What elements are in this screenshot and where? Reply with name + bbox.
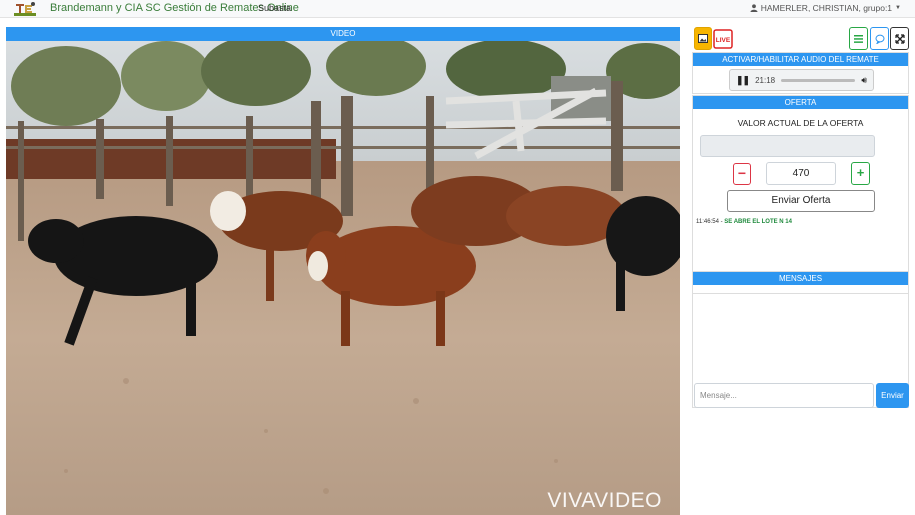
decrease-button[interactable]: − bbox=[733, 163, 751, 185]
audio-player[interactable]: ❚❚ 21:18 🔊︎ bbox=[729, 69, 874, 91]
nav-link-subasta[interactable]: Subasta bbox=[258, 3, 291, 13]
audio-section: ACTIVAR/HABILITAR AUDIO DEL REMATE ❚❚ 21… bbox=[692, 52, 909, 94]
video-header: VIDEO bbox=[6, 27, 680, 41]
increase-button[interactable]: + bbox=[851, 162, 870, 185]
live-button[interactable]: LIVE bbox=[713, 27, 733, 50]
current-offer-display bbox=[700, 135, 875, 157]
offer-amount-input[interactable]: 470 bbox=[766, 162, 836, 185]
user-menu[interactable]: HAMERLER, CHRISTIAN, grupo:1 ▼ bbox=[750, 3, 901, 13]
live-icon: LIVE bbox=[713, 28, 733, 49]
log-message: SE ABRE EL LOTE N 14 bbox=[724, 219, 792, 225]
audio-header: ACTIVAR/HABILITAR AUDIO DEL REMATE bbox=[693, 53, 908, 66]
logo-icon[interactable] bbox=[14, 1, 36, 17]
valor-actual-label: VALOR ACTUAL DE LA OFERTA bbox=[737, 118, 864, 128]
video-frame-image bbox=[6, 41, 680, 515]
volume-icon[interactable]: 🔊︎ bbox=[861, 75, 867, 86]
chat-bubble-icon bbox=[875, 34, 884, 44]
side-toolbar: LIVE bbox=[692, 27, 909, 50]
svg-text:LIVE: LIVE bbox=[716, 37, 731, 44]
audio-progress-track[interactable] bbox=[781, 78, 856, 82]
image-view-button[interactable] bbox=[694, 27, 712, 50]
user-name: HAMERLER, CHRISTIAN, grupo:1 bbox=[760, 3, 893, 13]
expand-arrows-icon bbox=[894, 33, 905, 44]
oferta-section: OFERTA VALOR ACTUAL DE LA OFERTA − 470 +… bbox=[692, 95, 909, 294]
chat-toggle-button[interactable] bbox=[870, 27, 889, 50]
list-view-button[interactable] bbox=[849, 27, 868, 50]
message-input[interactable]: Mensaje... bbox=[694, 383, 874, 408]
oferta-header: OFERTA bbox=[693, 96, 908, 109]
audio-time: 21:18 bbox=[755, 75, 776, 85]
image-icon bbox=[698, 34, 708, 43]
mensajes-header: MENSAJES bbox=[693, 272, 908, 285]
message-compose-row: Mensaje... Enviar bbox=[692, 383, 909, 408]
pause-icon[interactable]: ❚❚ bbox=[736, 75, 750, 86]
video-watermark: VIVAVIDEO bbox=[547, 489, 662, 512]
user-icon bbox=[750, 4, 758, 12]
submit-offer-button[interactable]: Enviar Oferta bbox=[727, 190, 875, 212]
list-icon bbox=[854, 34, 863, 43]
video-player[interactable]: VIVAVIDEO bbox=[6, 41, 680, 515]
event-log-entry: 11:46:54 - SE ABRE EL LOTE N 14 bbox=[696, 219, 792, 225]
top-navbar: Brandemann y CIA SC Gestión de Remates O… bbox=[0, 0, 915, 18]
video-panel: VIDEO VIVAVIDEO bbox=[6, 27, 680, 515]
fullscreen-button[interactable] bbox=[890, 27, 909, 50]
chevron-down-icon: ▼ bbox=[895, 5, 901, 11]
log-time: 11:46:54 bbox=[696, 219, 719, 225]
send-message-button[interactable]: Enviar bbox=[876, 383, 909, 408]
